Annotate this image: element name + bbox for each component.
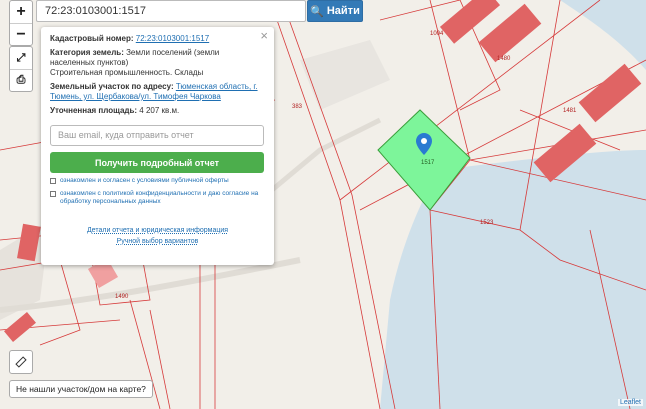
email-field[interactable]: Ваш email, куда отправить отчет: [50, 125, 264, 146]
leaflet-attribution[interactable]: Leaflet: [617, 399, 643, 406]
not-found-button[interactable]: Не нашли участок/дом на карте?: [9, 380, 153, 398]
area-value: 4 207 кв.м.: [139, 106, 180, 115]
zoom-out-button[interactable]: −: [10, 23, 32, 45]
offer-checkbox[interactable]: [50, 178, 56, 184]
svg-text:383: 383: [292, 104, 303, 110]
zoom-in-button[interactable]: +: [10, 1, 32, 23]
search-input[interactable]: [36, 0, 306, 22]
parcel-popup: × Кадастровый номер: 72:23:0103001:1517 …: [41, 27, 274, 265]
svg-text:1523: 1523: [480, 220, 494, 226]
address-label: Земельный участок по адресу:: [50, 82, 174, 91]
offer-agree-label: ознакомлен и согласен с условиями публич…: [60, 177, 229, 184]
expand-icon[interactable]: ⤢: [10, 47, 32, 69]
zoom-control: + −: [9, 0, 33, 46]
search-icon: 🔍: [310, 5, 324, 18]
report-details-link[interactable]: Детали отчета и юридическая информация: [50, 225, 265, 236]
area-row: Уточненная площадь: 4 207 кв.м.: [50, 106, 265, 116]
svg-text:1480: 1480: [497, 56, 511, 62]
area-label: Уточненная площадь:: [50, 106, 138, 115]
category-label: Категория земель:: [50, 48, 124, 57]
address-row: Земельный участок по адресу: Тюменская о…: [50, 82, 265, 102]
manual-select-link[interactable]: Ручной выбор вариантов: [50, 236, 265, 247]
svg-text:1517: 1517: [421, 160, 435, 166]
cadastral-link[interactable]: 72:23:0103001:1517: [136, 34, 209, 43]
ruler-icon[interactable]: [9, 350, 33, 374]
search-button[interactable]: 🔍 Найти: [307, 0, 363, 22]
svg-text:1481: 1481: [563, 108, 577, 114]
svg-text:1004: 1004: [430, 31, 444, 37]
privacy-checkbox[interactable]: [50, 190, 56, 197]
tools-control: ⤢ ⎙: [9, 46, 33, 92]
privacy-checkbox-row[interactable]: ознакомлен с политикой конфиденциальност…: [50, 190, 265, 207]
popup-links: Детали отчета и юридическая информация Р…: [50, 225, 265, 247]
search-button-label: Найти: [326, 5, 360, 17]
offer-checkbox-row[interactable]: ознакомлен и согласен с условиями публич…: [50, 177, 265, 186]
svg-text:1490: 1490: [115, 294, 129, 300]
get-report-button[interactable]: Получить подробный отчет: [50, 152, 264, 173]
close-icon[interactable]: ×: [260, 28, 268, 43]
cadastral-row: Кадастровый номер: 72:23:0103001:1517: [50, 34, 265, 44]
category-row: Категория земель: Земли поселений (земли…: [50, 48, 265, 78]
privacy-agree-label: ознакомлен с политикой конфиденциальност…: [60, 189, 259, 206]
cadastral-label: Кадастровый номер:: [50, 34, 134, 43]
printer-icon[interactable]: ⎙: [10, 69, 32, 91]
usage-value: Строительная промышленность. Склады: [50, 68, 204, 77]
